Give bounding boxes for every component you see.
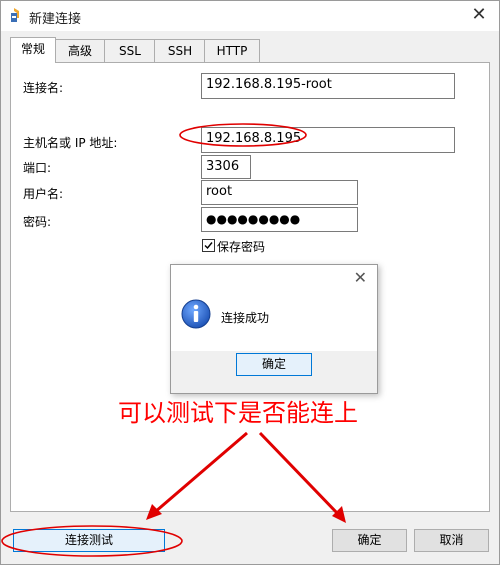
cancel-button[interactable]: 取消 xyxy=(414,529,489,552)
ok-button[interactable]: 确定 xyxy=(332,529,407,552)
port-label: 端口: xyxy=(23,161,52,175)
save-password-label: 保存密码 xyxy=(217,240,266,254)
check-icon xyxy=(204,242,213,250)
tab-ssl[interactable]: SSL xyxy=(104,39,156,62)
dialog-body: 连接成功 xyxy=(171,291,377,351)
title-bar: 新建连接 ✕ xyxy=(1,1,499,31)
username-label: 用户名: xyxy=(23,187,64,201)
tab-general[interactable]: 常规 xyxy=(10,37,56,63)
save-password-checkbox[interactable] xyxy=(202,239,215,252)
close-icon[interactable]: ✕ xyxy=(469,5,489,25)
username-input[interactable]: root xyxy=(201,180,358,205)
app-icon xyxy=(11,8,19,22)
dialog-title-bar: ✕ xyxy=(171,265,377,291)
port-input[interactable]: 3306 xyxy=(201,155,251,179)
tab-advanced[interactable]: 高级 xyxy=(54,39,106,62)
info-icon xyxy=(181,299,211,329)
window-title: 新建连接 xyxy=(29,12,82,27)
dialog-message: 连接成功 xyxy=(221,311,270,325)
connection-name-label: 连接名: xyxy=(23,81,64,95)
password-label: 密码: xyxy=(23,215,52,229)
password-input[interactable]: ●●●●●●●●● xyxy=(201,207,358,232)
test-connection-button[interactable]: 连接测试 xyxy=(13,529,165,552)
annotation-text: 可以测试下是否能连上 xyxy=(118,399,358,427)
host-input[interactable]: 192.168.8.195 xyxy=(201,127,455,153)
dialog-ok-button[interactable]: 确定 xyxy=(236,353,312,376)
connection-name-input[interactable]: 192.168.8.195-root xyxy=(201,73,455,99)
dialog-close-icon[interactable]: ✕ xyxy=(354,268,367,287)
tab-http[interactable]: HTTP xyxy=(204,39,260,62)
host-label: 主机名或 IP 地址: xyxy=(23,136,118,150)
success-dialog: ✕ 连接成功 确定 xyxy=(170,264,378,394)
tab-ssh[interactable]: SSH xyxy=(154,39,206,62)
